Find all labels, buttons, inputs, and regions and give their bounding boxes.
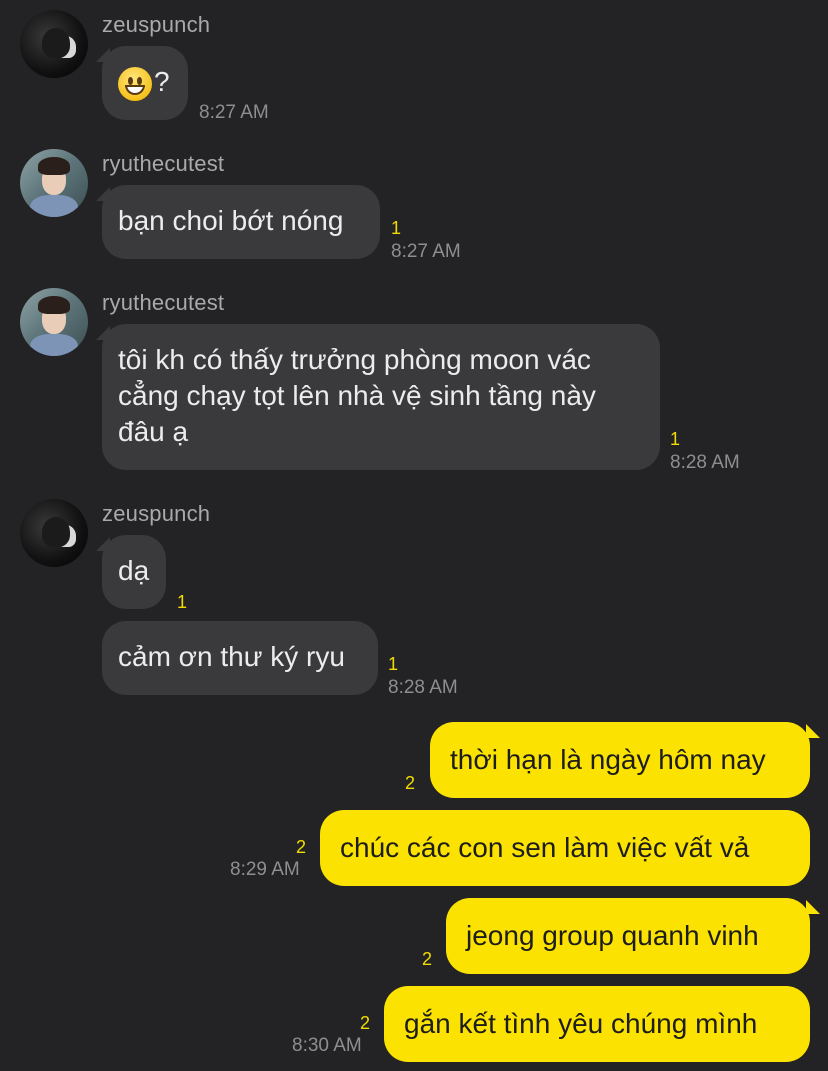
unread-count: 1 (177, 592, 188, 612)
message-timestamp: 8:28 AM (388, 677, 458, 698)
message-timestamp: 8:27 AM (391, 241, 461, 262)
message-bubble[interactable]: bạn choi bớt nóng (102, 185, 380, 259)
message-timestamp: 8:29 AM (230, 859, 300, 880)
unread-count: 2 (360, 1013, 371, 1033)
bubble-tail (806, 900, 820, 914)
avatar-ryuthecutest[interactable] (20, 149, 88, 217)
unread-count: 1 (391, 218, 402, 238)
message-text: chúc các con sen làm việc vất vả (340, 832, 750, 863)
message-bubble-outgoing[interactable]: jeong group quanh vinh (446, 898, 810, 974)
unread-count: 2 (422, 949, 433, 969)
message-text: gắn kết tình yêu chúng mình (404, 1008, 758, 1039)
unread-count: 2 (296, 837, 307, 857)
sender-name: ryuthecutest (102, 151, 225, 176)
message-bubble-outgoing[interactable]: gắn kết tình yêu chúng mình (384, 986, 810, 1062)
message-bubble[interactable]: dạ (102, 535, 166, 609)
sender-name: ryuthecutest (102, 290, 225, 315)
message-line: cẳng chạy tọt lên nhà vệ sinh tầng này (118, 380, 596, 411)
avatar-ryuthecutest[interactable] (20, 288, 88, 356)
message-bubble-outgoing[interactable]: thời hạn là ngày hôm nay (430, 722, 810, 798)
message-text: ? (154, 66, 170, 97)
message-timestamp: 8:27 AM (199, 102, 269, 123)
unread-count: 1 (388, 654, 399, 674)
message-text: bạn choi bớt nóng (118, 205, 344, 236)
sender-name: zeuspunch (102, 501, 211, 526)
message-bubble[interactable]: tôi kh có thấy trưởng phòng moon vác cẳn… (102, 324, 660, 470)
avatar-zeuspunch[interactable] (20, 10, 88, 78)
bubble-tail (806, 724, 820, 738)
message-bubble-outgoing[interactable]: chúc các con sen làm việc vất vả (320, 810, 810, 886)
avatar-zeuspunch[interactable] (20, 499, 88, 567)
message-text: jeong group quanh vinh (466, 920, 759, 951)
message-bubble[interactable]: cảm ơn thư ký ryu (102, 621, 378, 695)
sender-name: zeuspunch (102, 12, 211, 37)
message-timestamp: 8:30 AM (292, 1035, 362, 1056)
grinning-face-emoji-icon (118, 66, 152, 101)
message-line: tôi kh có thấy trưởng phòng moon vác (118, 344, 591, 375)
message-bubble[interactable]: ? (102, 46, 188, 120)
unread-count: 2 (405, 773, 416, 793)
message-line: đâu ạ (118, 416, 189, 447)
message-text: thời hạn là ngày hôm nay (450, 744, 766, 775)
message-text: cảm ơn thư ký ryu (118, 641, 345, 672)
unread-count: 1 (670, 429, 681, 449)
message-text: dạ (118, 555, 150, 586)
message-timestamp: 8:28 AM (670, 452, 740, 473)
